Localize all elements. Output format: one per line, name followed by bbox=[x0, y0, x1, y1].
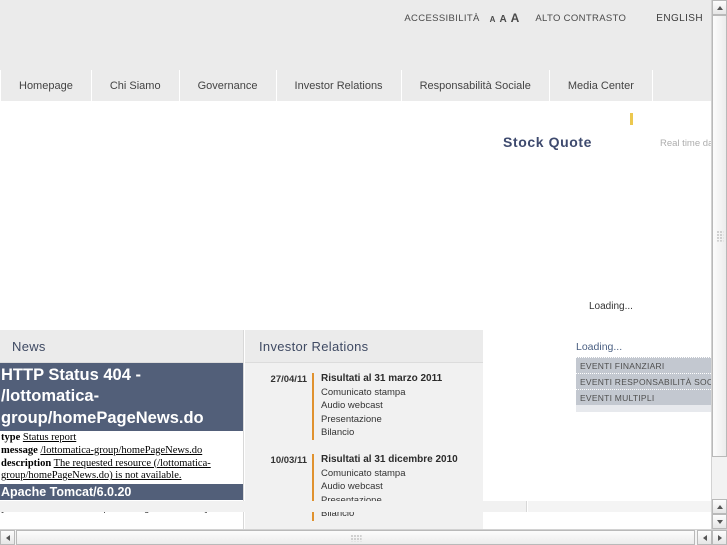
tomcat-error-block: HTTP Status 404 - /lottomatica-group/hom… bbox=[0, 363, 243, 514]
event-item-multipli[interactable]: EVENTI MULTIPLI bbox=[576, 389, 711, 405]
error-type-value: Status report bbox=[22, 432, 77, 444]
accessibility-link[interactable]: ACCESSIBILITÀ bbox=[404, 13, 479, 24]
horizontal-scrollbar[interactable] bbox=[0, 529, 727, 545]
grip-dots-icon bbox=[350, 534, 361, 541]
error-message-value: /lottomatica-group/homePageNews.do bbox=[40, 444, 203, 456]
font-size-controls: A A A bbox=[490, 11, 520, 25]
nav-item-chi-siamo[interactable]: Chi Siamo bbox=[92, 70, 180, 101]
stock-realtime-note: Real time da bbox=[660, 138, 711, 149]
nav-item-investor-relations[interactable]: Investor Relations bbox=[277, 70, 402, 101]
news-panel-title: News bbox=[12, 338, 46, 354]
main-navigation: Homepage Chi Siamo Governance Investor R… bbox=[0, 70, 711, 101]
nav-item-homepage[interactable]: Homepage bbox=[0, 70, 92, 101]
vertical-scrollbar-track[interactable] bbox=[712, 457, 727, 499]
ir-entry-headline[interactable]: Risultati al 31 marzo 2011 bbox=[321, 373, 442, 384]
error-heading: HTTP Status 404 - /lottomatica-group/hom… bbox=[0, 363, 243, 432]
event-item-finanziari[interactable]: EVENTI FINANZIARI bbox=[576, 357, 711, 373]
chevron-left-icon bbox=[5, 534, 10, 541]
scroll-left-button[interactable] bbox=[0, 530, 15, 545]
error-type-label: type bbox=[1, 432, 21, 444]
horizontal-scrollbar-thumb[interactable] bbox=[16, 530, 695, 545]
font-size-medium-button[interactable]: A bbox=[499, 14, 506, 25]
scroll-bottom-button[interactable] bbox=[712, 514, 727, 529]
nav-item-governance[interactable]: Governance bbox=[180, 70, 277, 101]
scroll-up-button[interactable] bbox=[712, 0, 727, 15]
nav-label: Responsabilità Sociale bbox=[419, 79, 531, 92]
news-panel-header: News bbox=[0, 330, 243, 363]
browser-page: ACCESSIBILITÀ A A A ALTO CONTRASTO ENGLI… bbox=[0, 0, 727, 545]
investor-relations-panel: Investor Relations 27/04/11 Risultati al… bbox=[245, 330, 483, 529]
nav-label: Media Center bbox=[567, 79, 634, 92]
page-viewport: ACCESSIBILITÀ A A A ALTO CONTRASTO ENGLI… bbox=[0, 0, 711, 529]
ir-link-audio-webcast[interactable]: Audio webcast bbox=[321, 480, 458, 493]
news-panel: News HTTP Status 404 - /lottomatica-grou… bbox=[0, 330, 244, 529]
ir-link-presentazione[interactable]: Presentazione bbox=[321, 413, 442, 426]
chevron-right-icon bbox=[717, 534, 722, 541]
font-size-large-button[interactable]: A bbox=[511, 11, 520, 25]
caret-marker-icon bbox=[630, 113, 633, 125]
error-message-row: message /lottomatica-group/homePageNews.… bbox=[1, 445, 241, 458]
nav-label: Investor Relations bbox=[294, 79, 383, 92]
ir-link-bilancio[interactable]: Bilancio bbox=[321, 426, 442, 439]
ir-panel-title: Investor Relations bbox=[259, 338, 369, 354]
vertical-scrollbar-thumb[interactable] bbox=[712, 15, 727, 457]
ir-entry-list: 27/04/11 Risultati al 31 marzo 2011 Comu… bbox=[245, 363, 483, 521]
error-type-row: type Status report bbox=[1, 432, 241, 445]
high-contrast-link[interactable]: ALTO CONTRASTO bbox=[535, 13, 626, 24]
ir-panel-header: Investor Relations bbox=[245, 330, 483, 363]
events-footer-strip bbox=[576, 405, 711, 412]
scroll-right-end-button[interactable] bbox=[712, 530, 727, 545]
chevron-up-icon bbox=[716, 504, 723, 509]
ir-link-comunicato-stampa[interactable]: Comunicato stampa bbox=[321, 467, 458, 480]
stock-quote-title: Stock Quote bbox=[503, 134, 593, 150]
ir-link-comunicato-stampa[interactable]: Comunicato stampa bbox=[321, 386, 442, 399]
error-description-label: description bbox=[1, 457, 52, 469]
error-message-label: message bbox=[1, 444, 38, 456]
nav-label: Governance bbox=[197, 79, 258, 92]
utility-bar: ACCESSIBILITÀ A A A ALTO CONTRASTO ENGLI… bbox=[404, 11, 703, 25]
events-loading-text: Loading... bbox=[576, 341, 623, 353]
site-header: ACCESSIBILITÀ A A A ALTO CONTRASTO ENGLI… bbox=[0, 0, 711, 70]
error-server-banner: Apache Tomcat/6.0.20 bbox=[0, 483, 243, 500]
ir-entry: 27/04/11 Risultati al 31 marzo 2011 Comu… bbox=[259, 373, 477, 440]
font-size-small-button[interactable]: A bbox=[490, 15, 496, 24]
event-label: EVENTI FINANZIARI bbox=[580, 360, 665, 371]
scroll-down-button[interactable] bbox=[712, 499, 727, 514]
event-label: EVENTI MULTIPLI bbox=[580, 392, 655, 403]
event-label: EVENTI RESPONSABILITÀ SOCIALE bbox=[580, 376, 711, 387]
nav-label: Homepage bbox=[19, 79, 73, 92]
error-details: type Status report message /lottomatica-… bbox=[0, 431, 243, 482]
chevron-up-icon bbox=[716, 5, 723, 10]
grip-dots-icon bbox=[716, 230, 723, 242]
page-edge-left bbox=[0, 501, 527, 512]
event-item-responsabilita-sociale[interactable]: EVENTI RESPONSABILITÀ SOCIALE bbox=[576, 373, 711, 389]
chevron-down-icon bbox=[716, 519, 723, 524]
vertical-scrollbar[interactable] bbox=[711, 0, 727, 529]
nav-item-responsabilita-sociale[interactable]: Responsabilità Sociale bbox=[402, 70, 550, 101]
scroll-right-button[interactable] bbox=[697, 530, 712, 545]
events-widget: Loading... EVENTI FINANZIARI EVENTI RESP… bbox=[576, 341, 711, 412]
nav-label: Chi Siamo bbox=[109, 79, 161, 92]
ir-entry-date: 27/04/11 bbox=[270, 374, 307, 385]
error-description-row: description The requested resource (/lot… bbox=[1, 458, 241, 483]
nav-item-media-center[interactable]: Media Center bbox=[550, 70, 653, 101]
ir-link-audio-webcast[interactable]: Audio webcast bbox=[321, 399, 442, 412]
ir-entry-content: Risultati al 31 marzo 2011 Comunicato st… bbox=[312, 373, 442, 440]
stock-loading-text: Loading... bbox=[589, 301, 633, 312]
page-edge-right bbox=[528, 501, 711, 512]
language-switch-link[interactable]: ENGLISH bbox=[656, 13, 703, 24]
chevron-left-icon bbox=[702, 534, 707, 541]
ir-entry-headline[interactable]: Risultati al 31 dicembre 2010 bbox=[321, 454, 458, 465]
